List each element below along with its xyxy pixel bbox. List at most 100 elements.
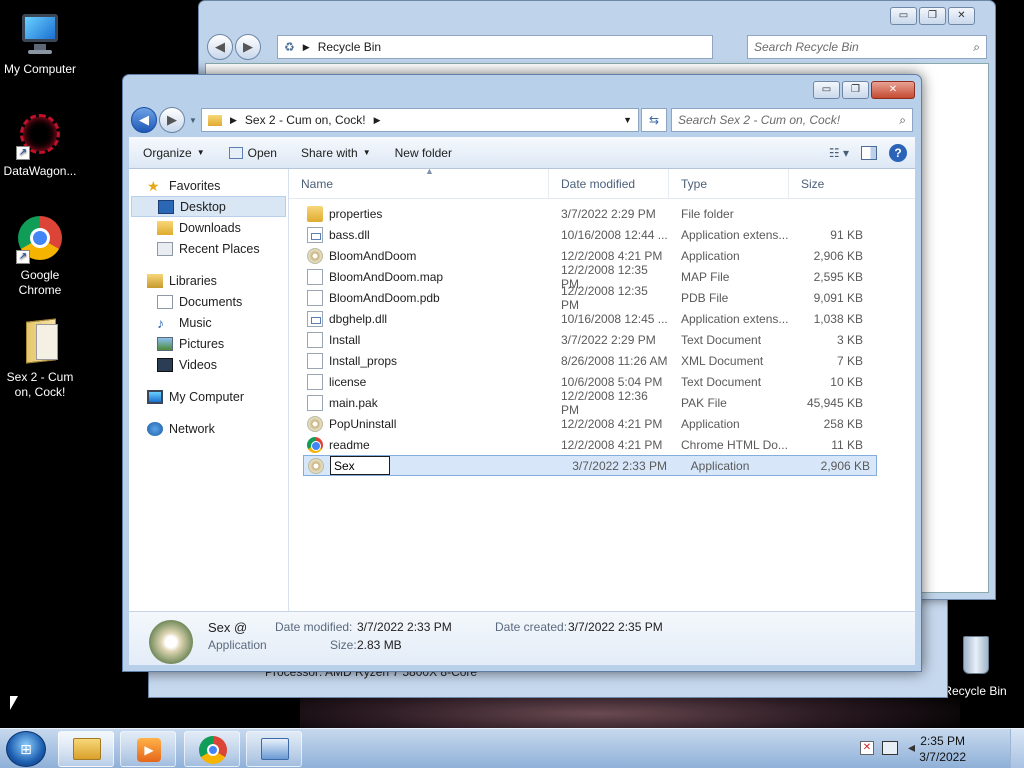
minimize-button[interactable]: ▭ — [890, 7, 917, 25]
address-text: Recycle Bin — [317, 40, 382, 54]
recent-places-icon — [157, 241, 173, 256]
maximize-button[interactable]: ❐ — [842, 81, 869, 99]
file-row[interactable]: PopUninstall 12/2/2008 4:21 PM Application… — [289, 413, 915, 434]
action-center-icon[interactable]: ✕ — [860, 741, 874, 755]
desktop-icon-google-chrome[interactable]: ↗ Google Chrome — [0, 216, 80, 298]
chevron-down-icon: ▼ — [362, 148, 371, 157]
nav-my-computer[interactable]: My Computer — [129, 386, 288, 407]
forward-button[interactable]: ▶ — [235, 34, 261, 60]
nav-documents[interactable]: Documents — [129, 291, 288, 312]
file-row[interactable]: BloomAndDoom.pdb 12/2/2008 12:35 PM PDB Fi… — [289, 284, 915, 312]
nav-network[interactable]: Network — [129, 418, 288, 439]
search-input[interactable]: Search Recycle Bin ⌕ — [747, 35, 987, 59]
view-options-icon[interactable]: ☷ ▾ — [829, 146, 849, 160]
documents-icon — [157, 294, 173, 309]
nav-music[interactable]: ♪ Music — [129, 312, 288, 333]
taskbar: ⊞ ▶ ✕ ◂ 2:35 PM 3/7/2022 — [0, 728, 1024, 768]
file-row[interactable]: properties 3/7/2022 2:29 PM File folder — [289, 203, 915, 224]
address-bar[interactable]: ▶ Sex 2 - Cum on, Cock! ▶ ▼ — [201, 108, 639, 132]
application-thumbnail-icon — [149, 620, 193, 664]
desktop-icon-my-computer[interactable]: My Computer — [0, 10, 80, 77]
file-row[interactable]: Install_props 8/26/2008 11:26 AM XML Docum… — [289, 350, 915, 371]
nav-recent-places[interactable]: Recent Places — [129, 238, 288, 259]
start-button[interactable]: ⊞ — [6, 731, 46, 767]
clock[interactable]: 2:35 PM 3/7/2022 — [919, 733, 966, 765]
recent-pages-dropdown-icon[interactable]: ▼ — [189, 116, 197, 125]
forward-button[interactable]: ▶ — [159, 107, 185, 133]
clock-time: 2:35 PM — [920, 734, 965, 748]
close-button[interactable]: ✕ — [948, 7, 975, 25]
network-tray-icon[interactable] — [882, 741, 898, 755]
search-icon: ⌕ — [973, 39, 980, 54]
refresh-button[interactable]: ⇆ — [641, 108, 667, 132]
shortcut-arrow-icon: ↗ — [16, 250, 30, 264]
share-with-button[interactable]: Share with ▼ — [289, 140, 383, 166]
desktop-icon-datawagon[interactable]: ↗ DataWagon... — [0, 112, 80, 179]
file-date: 10/6/2008 5:04 PM — [561, 374, 663, 389]
nav-label: Network — [169, 421, 215, 436]
organize-button[interactable]: Organize ▼ — [129, 140, 217, 166]
file-name: BloomAndDoom — [329, 248, 417, 263]
column-size[interactable]: Size — [789, 169, 869, 199]
details-file-name: Sex @ — [208, 620, 248, 635]
back-button[interactable]: ◀ — [131, 107, 157, 133]
nav-downloads[interactable]: Downloads — [129, 217, 288, 238]
nav-desktop[interactable]: Desktop — [131, 196, 286, 217]
new-folder-button[interactable]: New folder — [383, 140, 464, 166]
show-desktop-button[interactable] — [1010, 729, 1024, 768]
search-input[interactable]: Search Sex 2 - Cum on, Cock! ⌕ — [671, 108, 913, 132]
column-date-modified[interactable]: Date modified — [549, 168, 669, 199]
navigation-pane: ★ Favorites Desktop Downloads Recent Pla… — [129, 169, 289, 611]
file-row[interactable]: Install 3/7/2022 2:29 PM Text Document 3 KB — [289, 329, 915, 350]
file-name: dbghelp.dll — [329, 311, 388, 326]
taskbar-explorer-button[interactable] — [58, 731, 114, 767]
file-date: 12/2/2008 12:36 PM — [561, 388, 648, 417]
volume-icon[interactable]: ◂ — [908, 739, 915, 756]
file-row[interactable]: main.pak 12/2/2008 12:36 PM PAK File 45,945… — [289, 389, 915, 417]
file-type: XML Document — [681, 353, 764, 368]
desktop-icon — [158, 199, 174, 214]
nav-label: Pictures — [179, 336, 225, 351]
column-type[interactable]: Type — [669, 168, 789, 199]
nav-libraries[interactable]: Libraries — [129, 270, 288, 291]
open-label: Open — [247, 145, 277, 160]
desktop-icon-game-folder[interactable]: Sex 2 - Cum on, Cock! — [0, 318, 80, 400]
nav-label: Desktop — [180, 199, 226, 214]
file-row[interactable]: dbghelp.dll 10/16/2008 12:45 ... Applicati… — [289, 308, 915, 329]
nav-pictures[interactable]: Pictures — [129, 333, 288, 354]
desktop-icon-label: My Computer — [3, 62, 77, 76]
taskbar-chrome-button[interactable] — [184, 731, 240, 767]
file-row[interactable]: readme 12/2/2008 4:21 PM Chrome HTML Do...… — [289, 434, 915, 455]
rename-input[interactable] — [330, 456, 390, 475]
open-button[interactable]: Open — [217, 140, 289, 166]
help-icon[interactable]: ? — [889, 143, 907, 162]
address-dropdown-icon[interactable]: ▼ — [623, 115, 632, 125]
search-icon: ⌕ — [899, 112, 906, 127]
libraries-icon — [147, 273, 163, 288]
file-type: File folder — [681, 206, 734, 221]
nav-label: Videos — [179, 357, 217, 372]
file-type: Text Document — [681, 374, 762, 389]
preview-pane-icon[interactable] — [861, 145, 877, 160]
file-name: Install — [329, 332, 361, 347]
nav-favorites[interactable]: ★ Favorites — [129, 175, 288, 196]
taskbar-media-player-button[interactable]: ▶ — [120, 731, 176, 767]
file-row-renaming[interactable]: 3/7/2022 2:33 PM Application 2,906 KB — [303, 455, 877, 476]
close-button[interactable]: ✕ — [871, 81, 915, 99]
column-name[interactable]: Name — [289, 168, 549, 199]
back-button[interactable]: ◀ — [207, 34, 233, 60]
folder-small-icon — [208, 114, 222, 126]
desktop-icon-label: DataWagon... — [3, 164, 77, 178]
nav-videos[interactable]: Videos — [129, 354, 288, 375]
file-name: Install_props — [329, 353, 398, 368]
file-type: Application — [690, 458, 750, 473]
explorer-window[interactable]: ▭ ❐ ✕ ◀ ▶ ▼ ▶ Sex 2 - Cum on, Cock! ▶ ▼ … — [122, 74, 922, 672]
explorer-icon — [73, 738, 101, 760]
maximize-button[interactable]: ❐ — [919, 7, 946, 25]
file-date: 12/2/2008 12:35 PM — [561, 283, 648, 312]
nav-label: Downloads — [179, 220, 241, 235]
minimize-button[interactable]: ▭ — [813, 81, 840, 99]
file-row[interactable]: bass.dll 10/16/2008 12:44 ... Application … — [289, 224, 915, 245]
address-bar[interactable]: ♻ ▶ Recycle Bin — [277, 35, 713, 59]
taskbar-control-panel-button[interactable] — [246, 731, 302, 767]
